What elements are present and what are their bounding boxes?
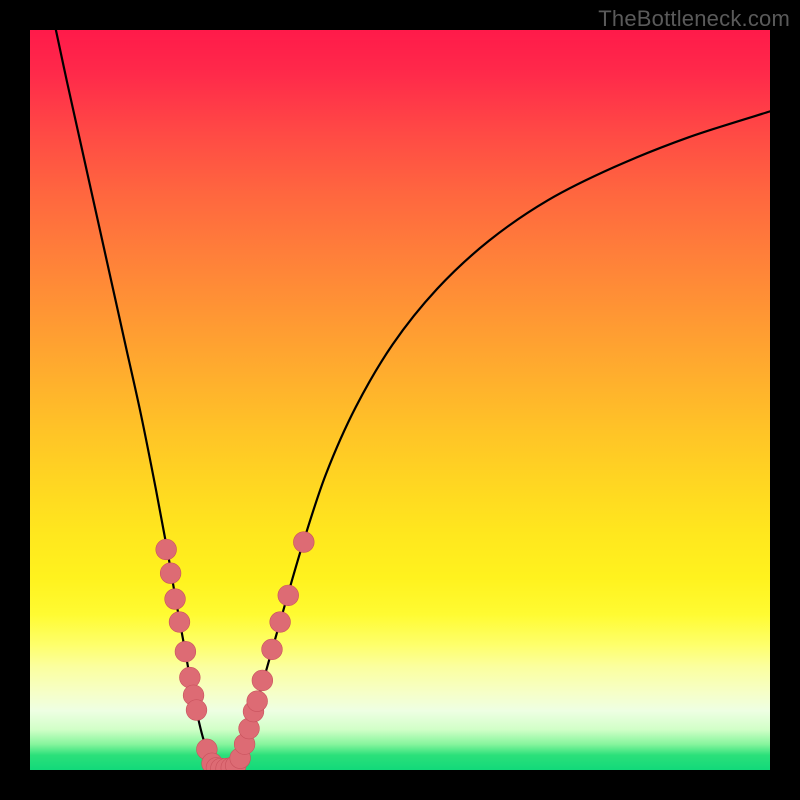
curve-marker: [186, 700, 207, 721]
curve-marker: [179, 667, 200, 688]
curve-marker: [252, 670, 273, 691]
curve-markers: [30, 30, 770, 770]
curve-marker: [293, 532, 314, 553]
curve-marker: [262, 639, 283, 660]
watermark-text: TheBottleneck.com: [598, 6, 790, 32]
curve-marker: [247, 691, 268, 712]
curve-marker: [175, 641, 196, 662]
chart-plot-area: [30, 30, 770, 770]
curve-marker: [160, 563, 181, 584]
curve-marker: [165, 589, 186, 610]
curve-marker: [169, 612, 190, 633]
curve-marker: [156, 539, 177, 560]
curve-marker: [270, 612, 291, 633]
curve-marker: [278, 585, 299, 606]
